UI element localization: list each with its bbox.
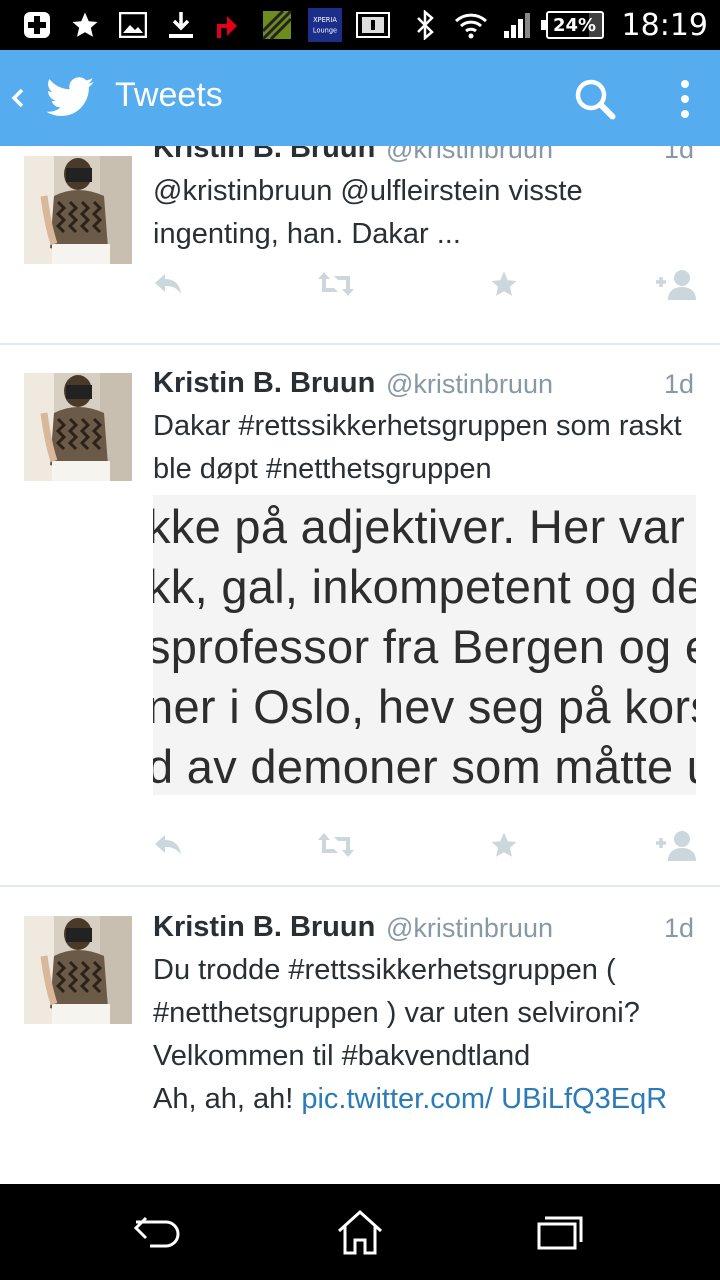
app-icon: [260, 8, 294, 42]
tweet-media-image[interactable]: kke på adjektiver. Her var m kk, gal, in…: [153, 495, 696, 795]
signal-icon: [500, 8, 534, 42]
reply-icon: [152, 831, 184, 863]
clock: 18:19: [621, 7, 708, 43]
more-vertical-icon: [681, 80, 689, 118]
tweet-author-handle: @kristinbruun: [386, 913, 553, 943]
retweet-button[interactable]: [318, 268, 354, 304]
tweet-author-handle: @kristinbruun: [386, 369, 553, 399]
media-text-line: d av demoner som måtte ut: [153, 740, 696, 793]
system-icons: 24% 18:19: [408, 7, 708, 43]
tweet-timestamp: 1d: [663, 369, 694, 399]
notification-icons: XPERIA Lounge: [20, 8, 390, 42]
overflow-menu-button[interactable]: [670, 76, 700, 122]
image-icon: [116, 8, 150, 42]
battery-level: 24%: [552, 14, 597, 36]
recent-apps-icon: [537, 1216, 583, 1250]
tweet-text: Du trodde #rettssikkerhetsgruppen ( #net…: [153, 949, 703, 1121]
tweet-link[interactable]: pic.twitter.com/ UBiLfQ3EqR: [301, 1083, 667, 1115]
follow-user-icon: [654, 268, 698, 304]
tweet-item[interactable]: Kristin B. Bruun @kristinbruun 1d @krist…: [0, 146, 720, 345]
search-icon: [575, 79, 616, 120]
chevron-left-icon: [11, 88, 24, 108]
star-icon: [489, 269, 519, 303]
reply-button[interactable]: [150, 829, 186, 865]
tweet-text: @kristinbruun @ulfleirstein visste ingen…: [153, 175, 583, 250]
sim-icon: [356, 8, 390, 42]
add-icon: [20, 8, 54, 42]
media-text-line: sprofessor fra Bergen og e: [153, 620, 696, 673]
action-bar: Tweets: [0, 50, 720, 146]
nav-home-button[interactable]: [334, 1206, 386, 1258]
reply-button[interactable]: [150, 268, 186, 304]
tweet-timeline[interactable]: Kristin B. Bruun @kristinbruun 1d @krist…: [0, 146, 720, 1184]
tweet-item[interactable]: Kristin B. Bruun @kristinbruun 1d Du tro…: [0, 889, 720, 1184]
media-text-line: kke på adjektiver. Her var m: [153, 500, 696, 553]
favorite-button[interactable]: [486, 829, 522, 865]
tweet-actions: [0, 268, 720, 308]
tweet-author-handle: @kristinbruun: [386, 146, 553, 164]
xperia-lounge-icon: XPERIA Lounge: [308, 8, 342, 42]
page-title: Tweets: [115, 76, 223, 114]
home-icon: [337, 1209, 383, 1255]
back-button[interactable]: [8, 80, 30, 116]
favorite-button[interactable]: [486, 268, 522, 304]
xperia-label: XPERIA: [313, 16, 337, 24]
star-icon: [68, 8, 102, 42]
media-text-line: ner i Oslo, hev seg på korst: [153, 680, 696, 733]
nav-recent-apps-button[interactable]: [534, 1206, 586, 1258]
avatar[interactable]: [24, 916, 132, 1024]
retweet-icon: [317, 831, 355, 863]
media-text-line: kk, gal, inkompetent og det: [153, 560, 696, 613]
battery-indicator: 24%: [540, 11, 604, 39]
back-arrow-icon: [133, 1216, 180, 1248]
upload-icon: [212, 8, 246, 42]
search-button[interactable]: [572, 76, 618, 122]
reply-icon: [152, 270, 184, 302]
tweet-actions: [0, 829, 720, 869]
tweet-author-name: Kristin B. Bruun: [153, 911, 376, 943]
tweet-text-line: Velkommen til #bakvendtland: [153, 1040, 531, 1072]
follow-user-icon: [654, 829, 698, 865]
tweet-author-name: Kristin B. Bruun: [153, 146, 376, 164]
lounge-label: Lounge: [313, 27, 337, 35]
tweet-text-line: Du trodde #rettssikkerhetsgruppen ( #net…: [153, 954, 640, 1029]
tweet-timestamp: 1d: [663, 146, 694, 164]
download-icon: [164, 8, 198, 42]
tweet-item[interactable]: Kristin B. Bruun @kristinbruun 1d Dakar …: [0, 345, 720, 887]
retweet-icon: [317, 270, 355, 302]
wifi-icon: [454, 8, 488, 42]
bluetooth-icon: [408, 8, 442, 42]
twitter-bird-icon[interactable]: [44, 72, 96, 124]
tweet-author-name: Kristin B. Bruun: [153, 367, 376, 399]
tweet-timestamp: 1d: [663, 913, 694, 943]
star-icon: [489, 830, 519, 864]
retweet-button[interactable]: [318, 829, 354, 865]
tweet-text: Dakar #rettssikkerhetsgruppen som raskt …: [153, 410, 682, 485]
tweet-text-line: Ah, ah, ah!: [153, 1083, 302, 1115]
nav-back-button[interactable]: [132, 1206, 184, 1258]
navigation-bar: [0, 1184, 720, 1280]
follow-button[interactable]: [654, 829, 698, 865]
avatar[interactable]: [24, 156, 132, 264]
status-bar: XPERIA Lounge 24% 18:19: [0, 0, 720, 50]
avatar[interactable]: [24, 373, 132, 481]
follow-button[interactable]: [654, 268, 698, 304]
